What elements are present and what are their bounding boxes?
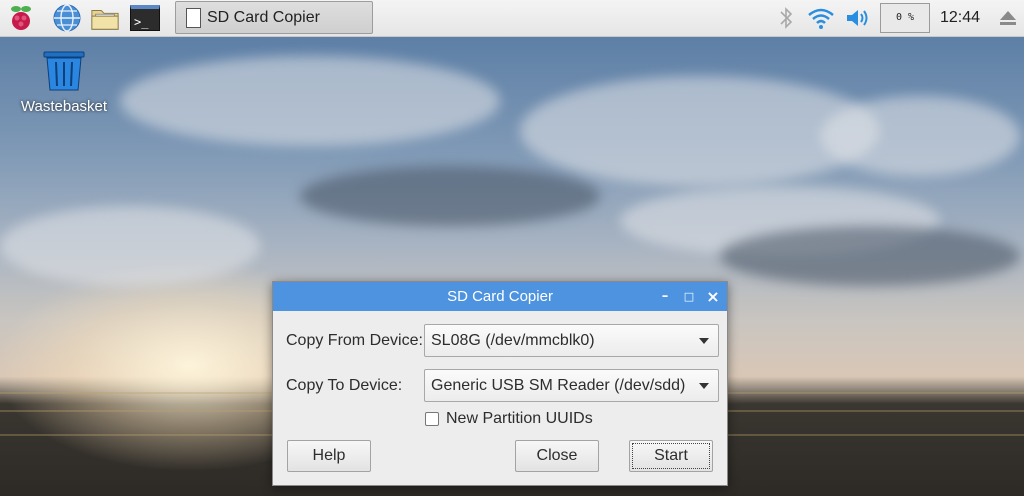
new-partition-uuids-label: New Partition UUIDs [446, 410, 593, 427]
new-partition-uuids-option[interactable]: New Partition UUIDs [425, 410, 593, 428]
chevron-down-icon [699, 383, 709, 389]
taskbar-window-sd-card-copier[interactable]: SD Card Copier [175, 1, 373, 34]
chevron-down-icon [699, 338, 709, 344]
wifi-icon[interactable] [806, 3, 836, 33]
help-button[interactable]: Help [287, 440, 371, 472]
copy-to-select[interactable]: Generic USB SM Reader (/dev/sdd) [424, 369, 719, 402]
copy-from-label: Copy From Device: [286, 332, 423, 349]
desktop-icon-label: Wastebasket [20, 98, 108, 115]
terminal-icon[interactable]: >_ [130, 3, 160, 33]
copy-to-value: Generic USB SM Reader (/dev/sdd) [431, 377, 686, 394]
start-button[interactable]: Start [629, 440, 713, 472]
bluetooth-icon[interactable] [771, 3, 801, 33]
taskbar-window-title: SD Card Copier [207, 8, 320, 26]
close-button[interactable]: Close [515, 440, 599, 472]
file-manager-icon[interactable] [90, 3, 120, 33]
terminal-prompt-glyph: >_ [130, 5, 160, 31]
volume-icon[interactable] [843, 3, 873, 33]
dialog-titlebar[interactable]: SD Card Copier – □ × [273, 282, 727, 311]
clock[interactable]: 12:44 [940, 0, 980, 36]
sd-card-copier-dialog: SD Card Copier – □ × Copy From Device: S… [272, 281, 728, 486]
raspberry-menu-icon[interactable] [6, 3, 36, 33]
new-partition-uuids-checkbox[interactable] [425, 412, 439, 426]
wastebasket-icon [43, 51, 85, 91]
minimize-button[interactable]: – [656, 282, 674, 311]
desktop-icon-wastebasket[interactable]: Wastebasket [12, 50, 116, 115]
eject-icon[interactable] [993, 3, 1023, 33]
maximize-button[interactable]: □ [680, 282, 698, 311]
cpu-usage-monitor[interactable]: 0 % [880, 3, 930, 33]
taskbar: >_ SD Card Copier 0 % 12:44 [0, 0, 1024, 37]
web-browser-icon[interactable] [52, 3, 82, 33]
close-window-button[interactable]: × [704, 282, 722, 311]
copy-from-select[interactable]: SL08G (/dev/mmcblk0) [424, 324, 719, 357]
copy-to-label: Copy To Device: [286, 377, 403, 394]
copy-from-value: SL08G (/dev/mmcblk0) [431, 332, 595, 349]
document-icon [186, 7, 201, 28]
